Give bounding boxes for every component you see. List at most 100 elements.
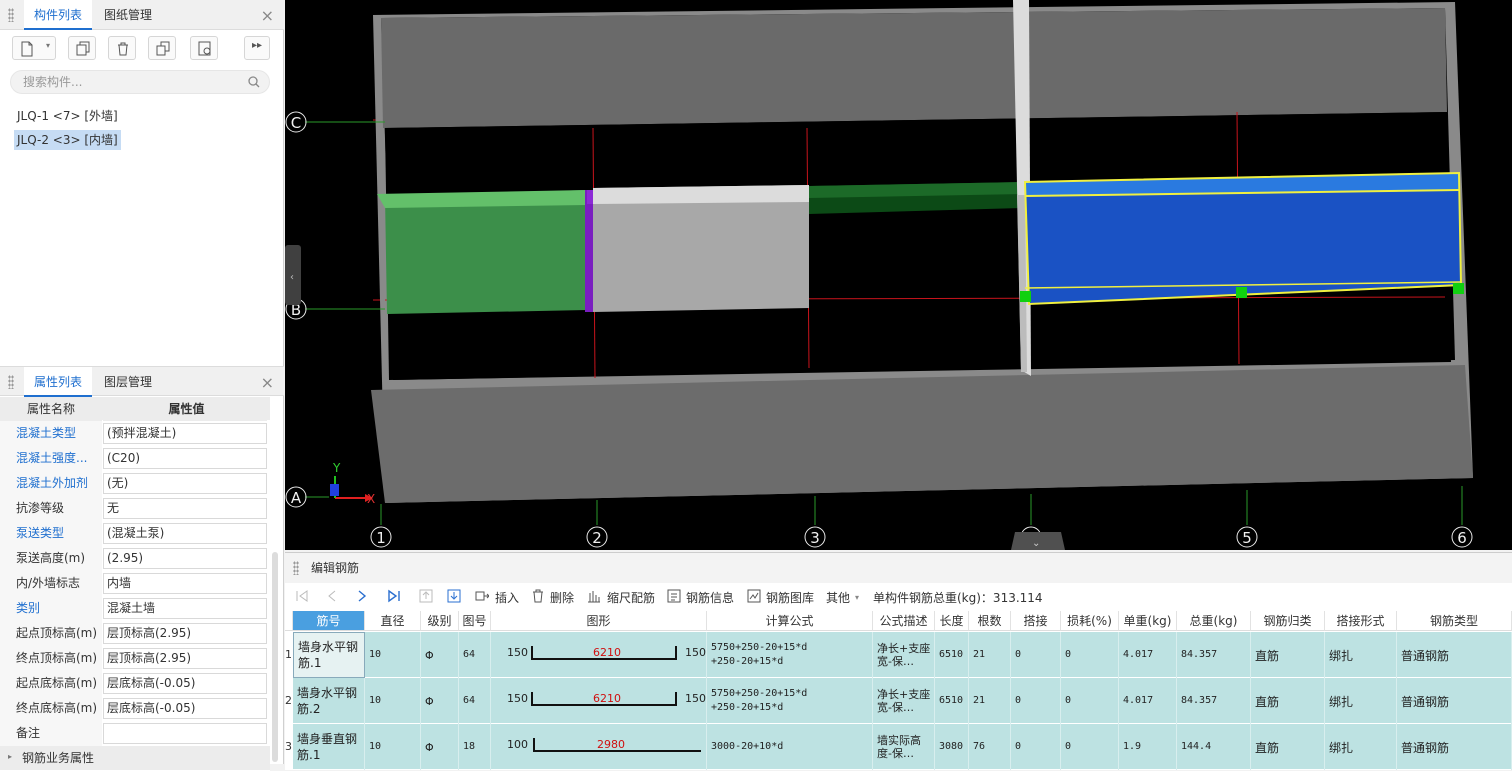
chevron-down-icon[interactable]: ▾ (46, 41, 50, 50)
insert-button[interactable]: 插入 (495, 589, 519, 607)
column-header[interactable]: 钢筋类型 (1397, 611, 1512, 631)
formula-description-cell[interactable]: 墙实际高 度-保… (873, 724, 935, 770)
scale-rebar-button[interactable]: 缩尺配筋 (607, 589, 655, 607)
column-header[interactable]: 总重(kg) (1177, 611, 1251, 631)
lapform-cell[interactable]: 绑扎 (1325, 678, 1397, 724)
property-value-field[interactable]: 混凝土墙 (103, 598, 267, 619)
rebar-name-cell[interactable]: 墙身垂直钢筋.1 (293, 724, 365, 770)
lap-cell[interactable]: 0 (1011, 724, 1061, 770)
property-name[interactable]: 混凝土外加剂 (0, 471, 102, 496)
total-cell[interactable]: 84.357 (1177, 678, 1251, 724)
property-value-field[interactable]: 层顶标高(2.95) (103, 648, 267, 669)
drag-grip-icon[interactable] (8, 375, 14, 389)
property-name[interactable]: 类别 (0, 596, 102, 621)
table-row[interactable]: 2 墙身水平钢筋.2 10 Φ 64 150 6210 150 5750+250-20+15*d… (285, 678, 1512, 724)
more-tools-button[interactable]: ▸▸ (244, 36, 270, 60)
delete-button[interactable]: 删除 (550, 589, 574, 607)
last-record-icon[interactable] (387, 589, 401, 603)
property-value-field[interactable]: (预拌混凝土) (103, 423, 267, 444)
type-cell[interactable]: 普通钢筋 (1397, 678, 1512, 724)
first-record-icon[interactable] (295, 589, 309, 603)
loss-cell[interactable]: 0 (1061, 724, 1119, 770)
count-cell[interactable]: 21 (969, 678, 1011, 724)
table-row[interactable]: 1 墙身水平钢筋.1 10 Φ 64 150 6210 150 5750+250-20+15*d… (285, 632, 1512, 678)
expand-arrow-icon[interactable]: ▸ (8, 752, 12, 761)
tab-layer-management[interactable]: 图层管理 (94, 367, 162, 397)
fig-cell[interactable]: 64 (459, 678, 491, 724)
rebar-shape-cell[interactable]: 100 2980 (491, 724, 707, 770)
lapform-cell[interactable]: 绑扎 (1325, 724, 1397, 770)
tab-drawing-management[interactable]: 图纸管理 (94, 0, 162, 30)
column-header[interactable]: 搭接 (1011, 611, 1061, 631)
other-menu-button[interactable]: 其他 (826, 589, 850, 607)
cls-cell[interactable]: 直筋 (1251, 678, 1325, 724)
previous-record-icon[interactable] (325, 589, 339, 603)
dia-cell[interactable]: 10 (365, 724, 421, 770)
rebar-name-cell[interactable]: 墙身水平钢筋.2 (293, 678, 365, 724)
property-value-field[interactable] (103, 723, 267, 744)
row-number[interactable]: 1 (285, 632, 293, 678)
formula-cell[interactable]: 5750+250-20+15*d +250-20+15*d (707, 632, 873, 678)
unit-cell[interactable]: 4.017 (1119, 678, 1177, 724)
column-header[interactable]: 长度 (935, 611, 969, 631)
dia-cell[interactable]: 10 (365, 632, 421, 678)
drag-grip-icon[interactable] (293, 561, 299, 575)
fig-cell[interactable]: 64 (459, 632, 491, 678)
formula-description-cell[interactable]: 净长+支座 宽-保… (873, 678, 935, 724)
property-value-field[interactable]: (无) (103, 473, 267, 494)
loss-cell[interactable]: 0 (1061, 678, 1119, 724)
move-down-icon[interactable] (447, 589, 461, 603)
grade-cell[interactable]: Φ (421, 632, 459, 678)
property-value-field[interactable]: 层底标高(-0.05) (103, 673, 267, 694)
total-cell[interactable]: 144.4 (1177, 724, 1251, 770)
len-cell[interactable]: 3080 (935, 724, 969, 770)
column-header[interactable]: 单重(kg) (1119, 611, 1177, 631)
rebar-info-button[interactable]: 钢筋信息 (686, 589, 734, 607)
grade-cell[interactable]: Φ (421, 724, 459, 770)
chevron-down-icon[interactable]: ⌄ (1032, 538, 1040, 549)
table-row[interactable]: 3 墙身垂直钢筋.1 10 Φ 18 100 2980 3000-20+10*d 墙实际高 度-保… (285, 724, 1512, 770)
len-cell[interactable]: 6510 (935, 632, 969, 678)
property-value-field[interactable]: (C20) (103, 448, 267, 469)
3d-viewport[interactable]: C B A 1 2 3 4 5 6 Y X ‹ ⌄ (285, 0, 1512, 550)
close-icon[interactable]: × (261, 373, 274, 392)
column-header[interactable]: 计算公式 (707, 611, 873, 631)
formula-cell[interactable]: 3000-20+10*d (707, 724, 873, 770)
total-cell[interactable]: 84.357 (1177, 632, 1251, 678)
column-header[interactable]: 筋号 (293, 611, 365, 631)
rebar-name-cell[interactable]: 墙身水平钢筋.1 (293, 632, 365, 678)
property-name[interactable]: 泵送类型 (0, 521, 102, 546)
column-header[interactable]: 图号 (459, 611, 491, 631)
unit-cell[interactable]: 4.017 (1119, 632, 1177, 678)
loss-cell[interactable]: 0 (1061, 632, 1119, 678)
len-cell[interactable]: 6510 (935, 678, 969, 724)
property-name[interactable]: 混凝土类型 (0, 421, 102, 446)
copy-to-floor-button[interactable] (148, 36, 176, 60)
tab-component-list[interactable]: 构件列表 (24, 0, 93, 30)
delete-component-button[interactable] (108, 36, 136, 60)
property-value-field[interactable]: (2.95) (103, 548, 267, 569)
rebar-shape-cell[interactable]: 150 6210 150 (491, 678, 707, 724)
tab-property-list[interactable]: 属性列表 (24, 367, 93, 397)
move-up-icon[interactable] (419, 589, 433, 603)
rebar-shape-cell[interactable]: 150 6210 150 (491, 632, 707, 678)
new-component-button[interactable]: ▾ (12, 36, 56, 60)
close-icon[interactable]: × (261, 6, 274, 25)
column-header[interactable]: 公式描述 (873, 611, 935, 631)
lapform-cell[interactable]: 绑扎 (1325, 632, 1397, 678)
property-scrollbar[interactable] (272, 552, 278, 762)
rebar-business-group[interactable]: ▸ 钢筋业务属性 (0, 746, 270, 771)
property-value-field[interactable]: 无 (103, 498, 267, 519)
type-cell[interactable]: 普通钢筋 (1397, 724, 1512, 770)
cls-cell[interactable]: 直筋 (1251, 632, 1325, 678)
fig-cell[interactable]: 18 (459, 724, 491, 770)
search-icon[interactable] (248, 76, 260, 88)
column-header[interactable]: 钢筋归类 (1251, 611, 1325, 631)
column-header[interactable]: 直径(mm) (365, 611, 421, 648)
copy-button[interactable] (68, 36, 96, 60)
lap-cell[interactable]: 0 (1011, 678, 1061, 724)
component-search-input[interactable]: 搜索构件... (10, 70, 270, 94)
lap-cell[interactable]: 0 (1011, 632, 1061, 678)
property-value-field[interactable]: 层顶标高(2.95) (103, 623, 267, 644)
grade-cell[interactable]: Φ (421, 678, 459, 724)
